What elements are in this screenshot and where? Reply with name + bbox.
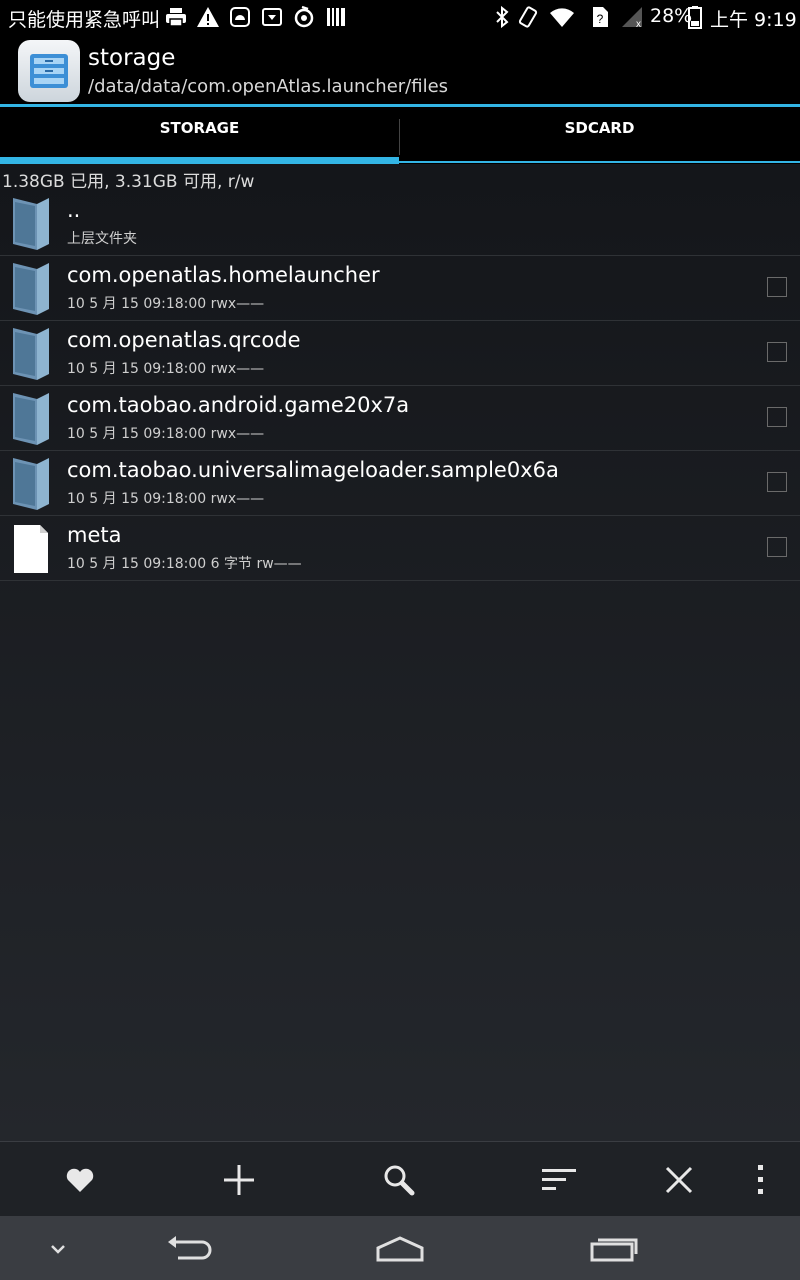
storage-info: 1.38GB 已用, 3.31GB 可用, r/w [2, 172, 255, 192]
file-meta: 10 5 月 15 09:18:00 rwx—— [67, 426, 265, 442]
list-item-parent[interactable]: .. 上层文件夹 [0, 191, 800, 256]
battery-icon [688, 6, 702, 29]
folder-icon [13, 393, 49, 445]
carrier-text: 只能使用紧急呼叫 [8, 9, 161, 31]
list-item[interactable]: com.taobao.android.game20x7a 10 5 月 15 0… [0, 386, 800, 451]
tab-bar: STORAGE SDCARD [0, 107, 800, 164]
folder-icon [13, 328, 49, 380]
tab-sdcard[interactable]: SDCARD [400, 107, 799, 164]
heart-icon[interactable] [58, 1158, 102, 1202]
select-checkbox[interactable] [767, 407, 787, 427]
battery-percent: 28% [650, 5, 693, 27]
file-meta: 10 5 月 15 09:18:00 rwx—— [67, 361, 265, 377]
overflow-menu-icon[interactable] [738, 1158, 782, 1202]
file-meta: 10 5 月 15 09:18:00 rwx—— [67, 491, 265, 507]
recents-icon[interactable] [586, 1228, 642, 1268]
file-name: com.openatlas.qrcode [67, 328, 301, 352]
status-bar: 只能使用紧急呼叫 ? x 28% 上午 9:19 [0, 0, 800, 34]
home-icon[interactable] [372, 1228, 428, 1268]
file-name: .. [67, 198, 81, 222]
sort-icon[interactable] [537, 1158, 581, 1202]
svg-text:x: x [636, 19, 641, 29]
select-checkbox[interactable] [767, 472, 787, 492]
navigation-bar [0, 1216, 800, 1280]
folder-icon [13, 263, 49, 315]
close-icon[interactable] [657, 1158, 701, 1202]
chevron-down-icon[interactable] [44, 1228, 72, 1268]
plus-icon[interactable] [217, 1158, 261, 1202]
tab-selected-indicator [0, 157, 399, 164]
back-icon[interactable] [162, 1228, 218, 1268]
file-icon [14, 525, 48, 573]
select-checkbox[interactable] [767, 277, 787, 297]
wifi-icon [550, 8, 574, 27]
tab-divider [399, 119, 400, 155]
file-name: com.openatlas.homelauncher [67, 263, 380, 287]
folder-icon [13, 198, 49, 250]
warning-icon [197, 7, 219, 27]
vibrate-icon [518, 6, 538, 28]
page-title: storage [88, 45, 176, 71]
current-path: /data/data/com.openAtlas.launcher/files [88, 76, 449, 97]
tab-underline [399, 161, 800, 163]
bottom-toolbar [0, 1141, 800, 1217]
svg-text:?: ? [597, 12, 604, 26]
select-checkbox[interactable] [767, 537, 787, 557]
barcode-icon [327, 8, 345, 26]
file-name: meta [67, 523, 122, 547]
clock: 上午 9:19 [710, 9, 797, 31]
select-checkbox[interactable] [767, 342, 787, 362]
file-meta: 10 5 月 15 09:18:00 6 字节 rw—— [67, 556, 302, 572]
file-name: com.taobao.universalimageloader.sample0x… [67, 458, 559, 482]
file-name: com.taobao.android.game20x7a [67, 393, 410, 417]
print-icon [166, 8, 186, 27]
folder-icon [13, 458, 49, 510]
android-debug-icon [230, 7, 250, 27]
download-icon [262, 8, 282, 26]
file-meta: 10 5 月 15 09:18:00 rwx—— [67, 296, 265, 312]
signal-icon: x [622, 7, 642, 29]
file-list-panel: 1.38GB 已用, 3.31GB 可用, r/w .. 上层文件夹 com.o… [0, 164, 800, 1141]
netease-icon [294, 5, 314, 28]
search-icon[interactable] [377, 1158, 421, 1202]
list-item[interactable]: com.openatlas.qrcode 10 5 月 15 09:18:00 … [0, 321, 800, 386]
list-item[interactable]: com.openatlas.homelauncher 10 5 月 15 09:… [0, 256, 800, 321]
action-bar: storage /data/data/com.openAtlas.launche… [0, 34, 800, 104]
file-manager-app-icon[interactable] [18, 40, 80, 102]
list-item[interactable]: meta 10 5 月 15 09:18:00 6 字节 rw—— [0, 516, 800, 581]
tab-storage[interactable]: STORAGE [0, 107, 399, 164]
file-meta: 上层文件夹 [67, 231, 137, 247]
sim-icon: ? [593, 7, 608, 27]
bluetooth-icon [496, 5, 509, 29]
list-item[interactable]: com.taobao.universalimageloader.sample0x… [0, 451, 800, 516]
